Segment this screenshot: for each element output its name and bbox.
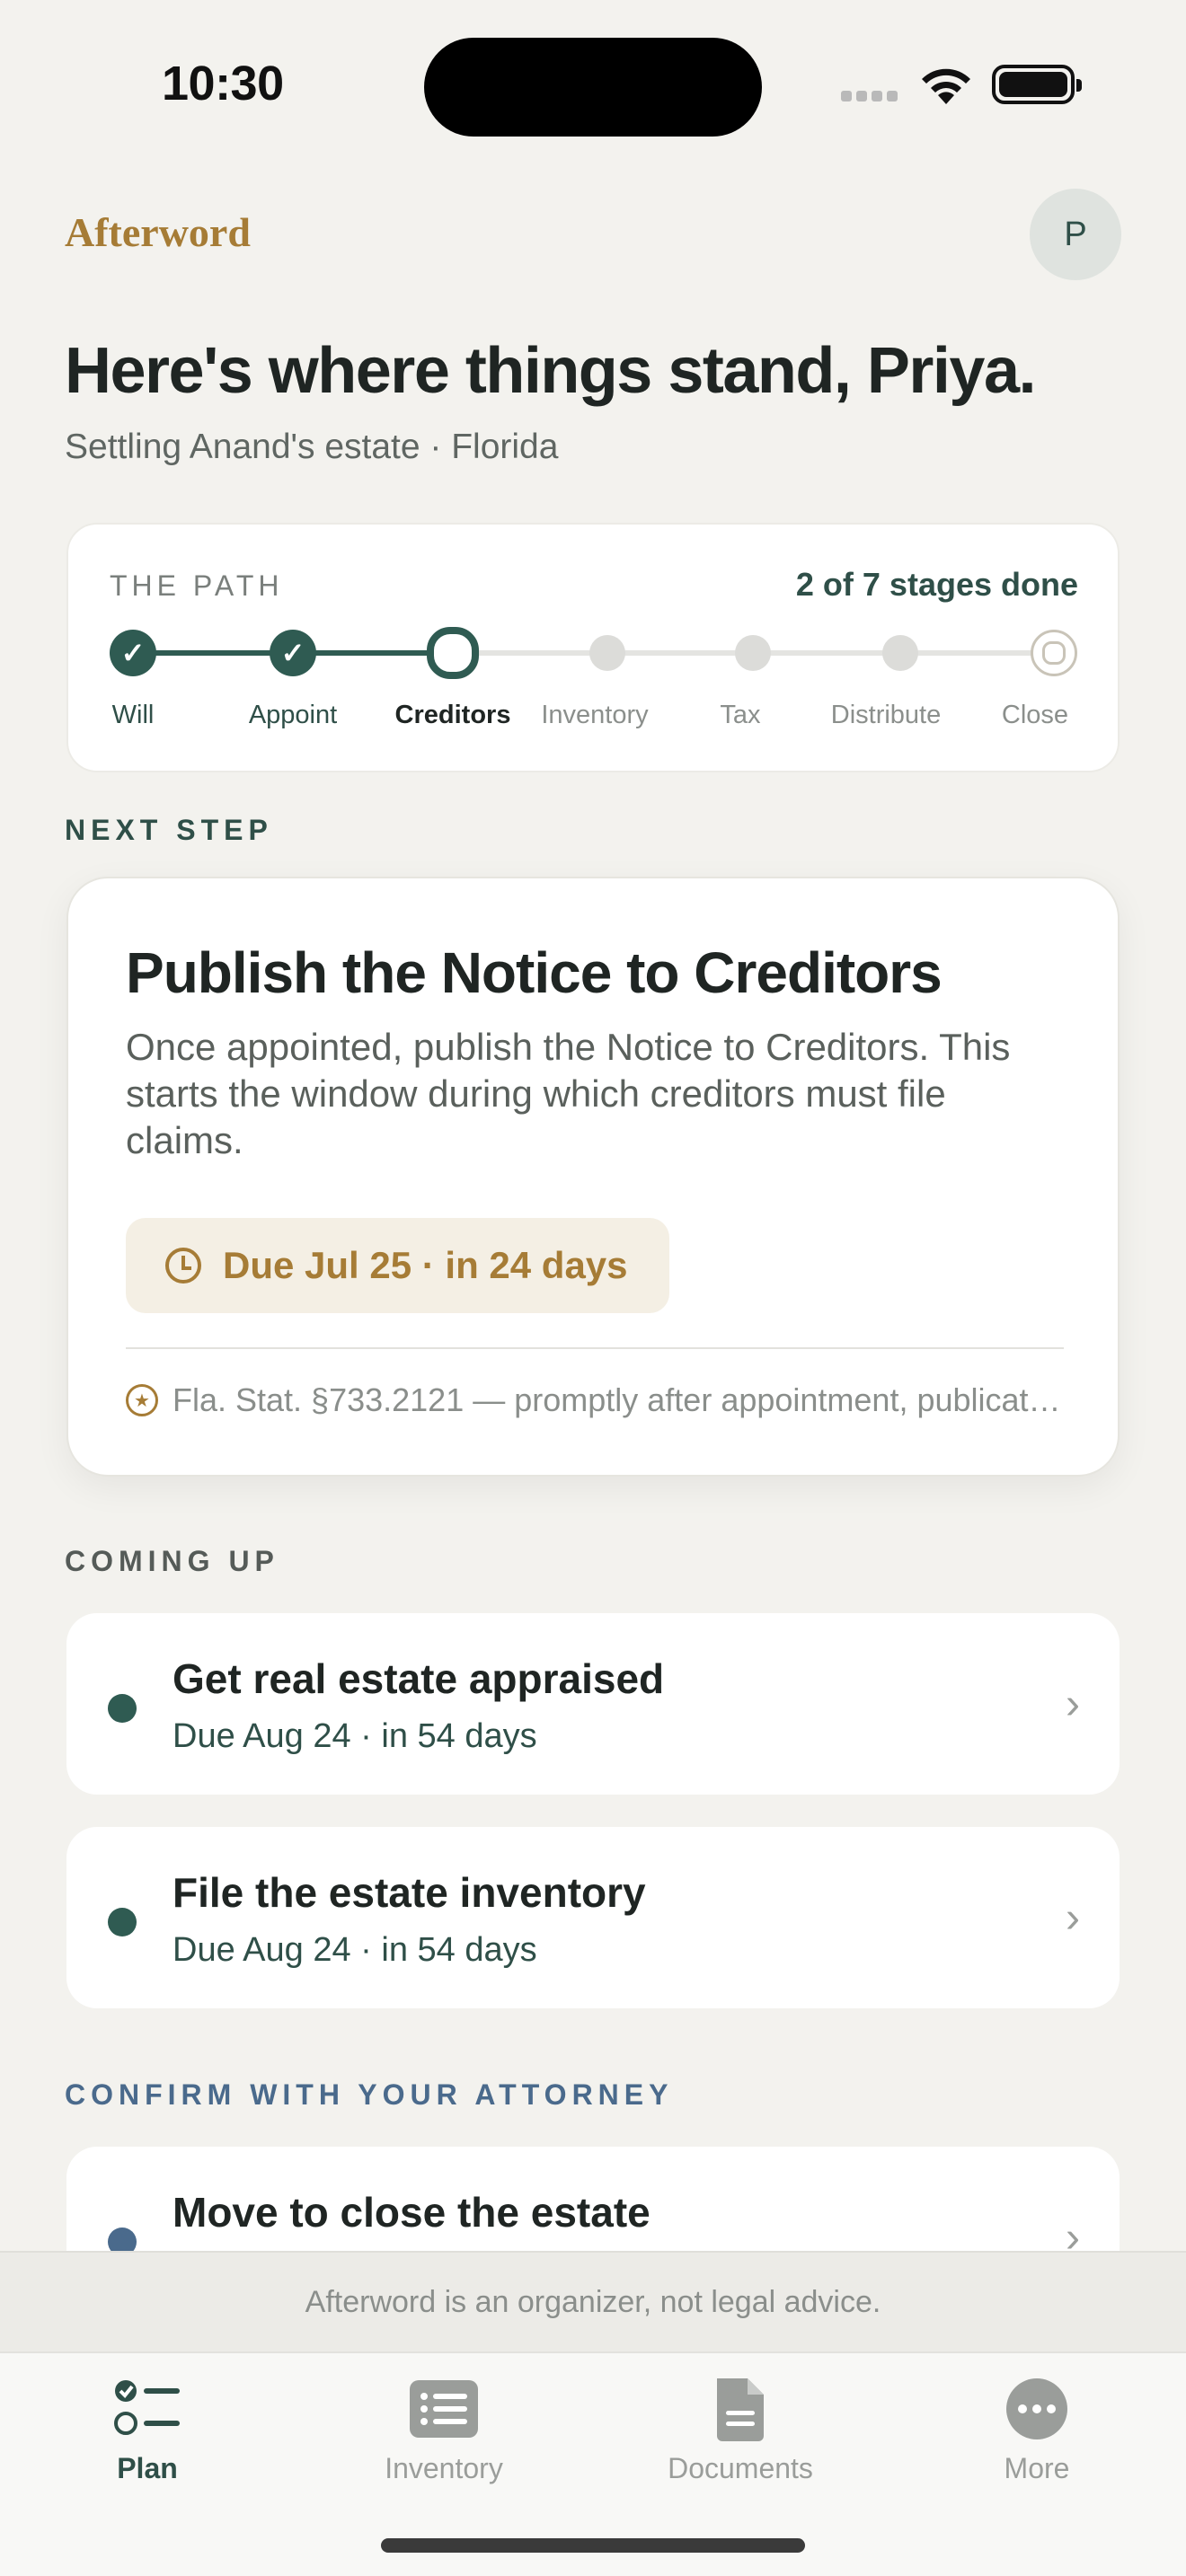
stage-node-distribute[interactable]	[882, 635, 918, 671]
task-title: File the estate inventory	[173, 1869, 646, 1916]
tab-plan[interactable]: Plan	[40, 2375, 255, 2485]
stage-node-inventory[interactable]	[589, 635, 625, 671]
app-brand: Afterword	[65, 209, 251, 255]
stage-label-inventory: Inventory	[541, 701, 649, 729]
stage-node-will[interactable]: ✓	[110, 630, 156, 676]
stage-label-close: Close	[1001, 701, 1069, 729]
status-dot	[108, 1908, 137, 1936]
list-item[interactable]: File the estate inventory Due Aug 24 · i…	[66, 1827, 1120, 2008]
chevron-right-icon: ›	[1066, 1894, 1080, 1942]
battery-icon	[992, 65, 1082, 104]
stage-node-tax[interactable]	[735, 635, 771, 671]
path-progress: 2 of 7 stages done	[795, 566, 1078, 603]
check-icon: ✓	[120, 637, 146, 669]
next-step-card[interactable]: Publish the Notice to Creditors Once app…	[66, 877, 1120, 1477]
tab-label: Documents	[668, 2452, 813, 2484]
wifi-icon	[922, 68, 970, 104]
next-step-heading: NEXT STEP	[65, 814, 273, 846]
task-title: Move to close the estate	[173, 2189, 651, 2236]
task-due: Due Aug 24 · in 54 days	[173, 1717, 537, 1755]
seal-icon: ★	[126, 1384, 158, 1416]
checklist-icon	[114, 2380, 180, 2435]
stage-node-appoint[interactable]: ✓	[270, 630, 316, 676]
coming-up-heading: COMING UP	[65, 1545, 279, 1577]
due-date-text: Due Jul 25 · in 24 days	[223, 1244, 628, 1286]
statute-citation: ★ Fla. Stat. §733.2121 — promptly after …	[126, 1381, 1064, 1419]
chevron-right-icon: ›	[1066, 1681, 1080, 1728]
path-card: THE PATH 2 of 7 stages done ✓ ✓ Will App…	[66, 523, 1120, 772]
check-icon: ✓	[280, 637, 305, 669]
avatar[interactable]: P	[1030, 189, 1121, 280]
clock-icon	[165, 1248, 201, 1284]
tab-documents[interactable]: Documents	[633, 2375, 848, 2485]
dynamic-island	[424, 38, 762, 137]
task-due: Due Aug 24 · in 54 days	[173, 1931, 537, 1969]
disclaimer-banner: Afterword is an organizer, not legal adv…	[0, 2251, 1186, 2351]
divider	[126, 1347, 1064, 1349]
tab-more[interactable]: More	[929, 2375, 1145, 2485]
due-date-badge: Due Jul 25 · in 24 days	[126, 1218, 669, 1313]
stage-label-tax: Tax	[720, 701, 761, 729]
citation-text: Fla. Stat. §733.2121 — promptly after ap…	[173, 1381, 1064, 1418]
path-label: THE PATH	[110, 569, 284, 602]
list-icon	[410, 2380, 478, 2438]
stage-label-will: Will	[111, 701, 155, 729]
tab-label: More	[1004, 2452, 1070, 2484]
home-indicator[interactable]	[381, 2538, 805, 2553]
tab-inventory[interactable]: Inventory	[336, 2375, 552, 2485]
estate-subtitle: Settling Anand's estate · Florida	[65, 428, 559, 466]
stage-label-creditors: Creditors	[394, 701, 511, 729]
page-title: Here's where things stand, Priya.	[65, 335, 1037, 407]
confirm-attorney-heading: CONFIRM WITH YOUR ATTORNEY	[65, 2078, 674, 2111]
stage-node-creditors[interactable]	[427, 627, 479, 679]
status-dot	[108, 1694, 137, 1723]
stage-node-close[interactable]	[1031, 630, 1077, 676]
tab-label: Plan	[117, 2452, 178, 2484]
next-step-title: Publish the Notice to Creditors	[126, 940, 943, 1005]
more-icon	[1006, 2378, 1067, 2439]
stage-label-appoint: Appoint	[248, 701, 338, 729]
next-step-description: Once appointed, publish the Notice to Cr…	[126, 1026, 1011, 1161]
list-item[interactable]: Get real estate appraised Due Aug 24 · i…	[66, 1613, 1120, 1795]
tab-label: Inventory	[385, 2452, 503, 2484]
stage-label-distribute: Distribute	[830, 701, 942, 729]
document-icon	[717, 2378, 764, 2441]
status-time: 10:30	[162, 57, 284, 110]
cellular-signal-icon	[841, 90, 902, 102]
task-title: Get real estate appraised	[173, 1655, 665, 1702]
